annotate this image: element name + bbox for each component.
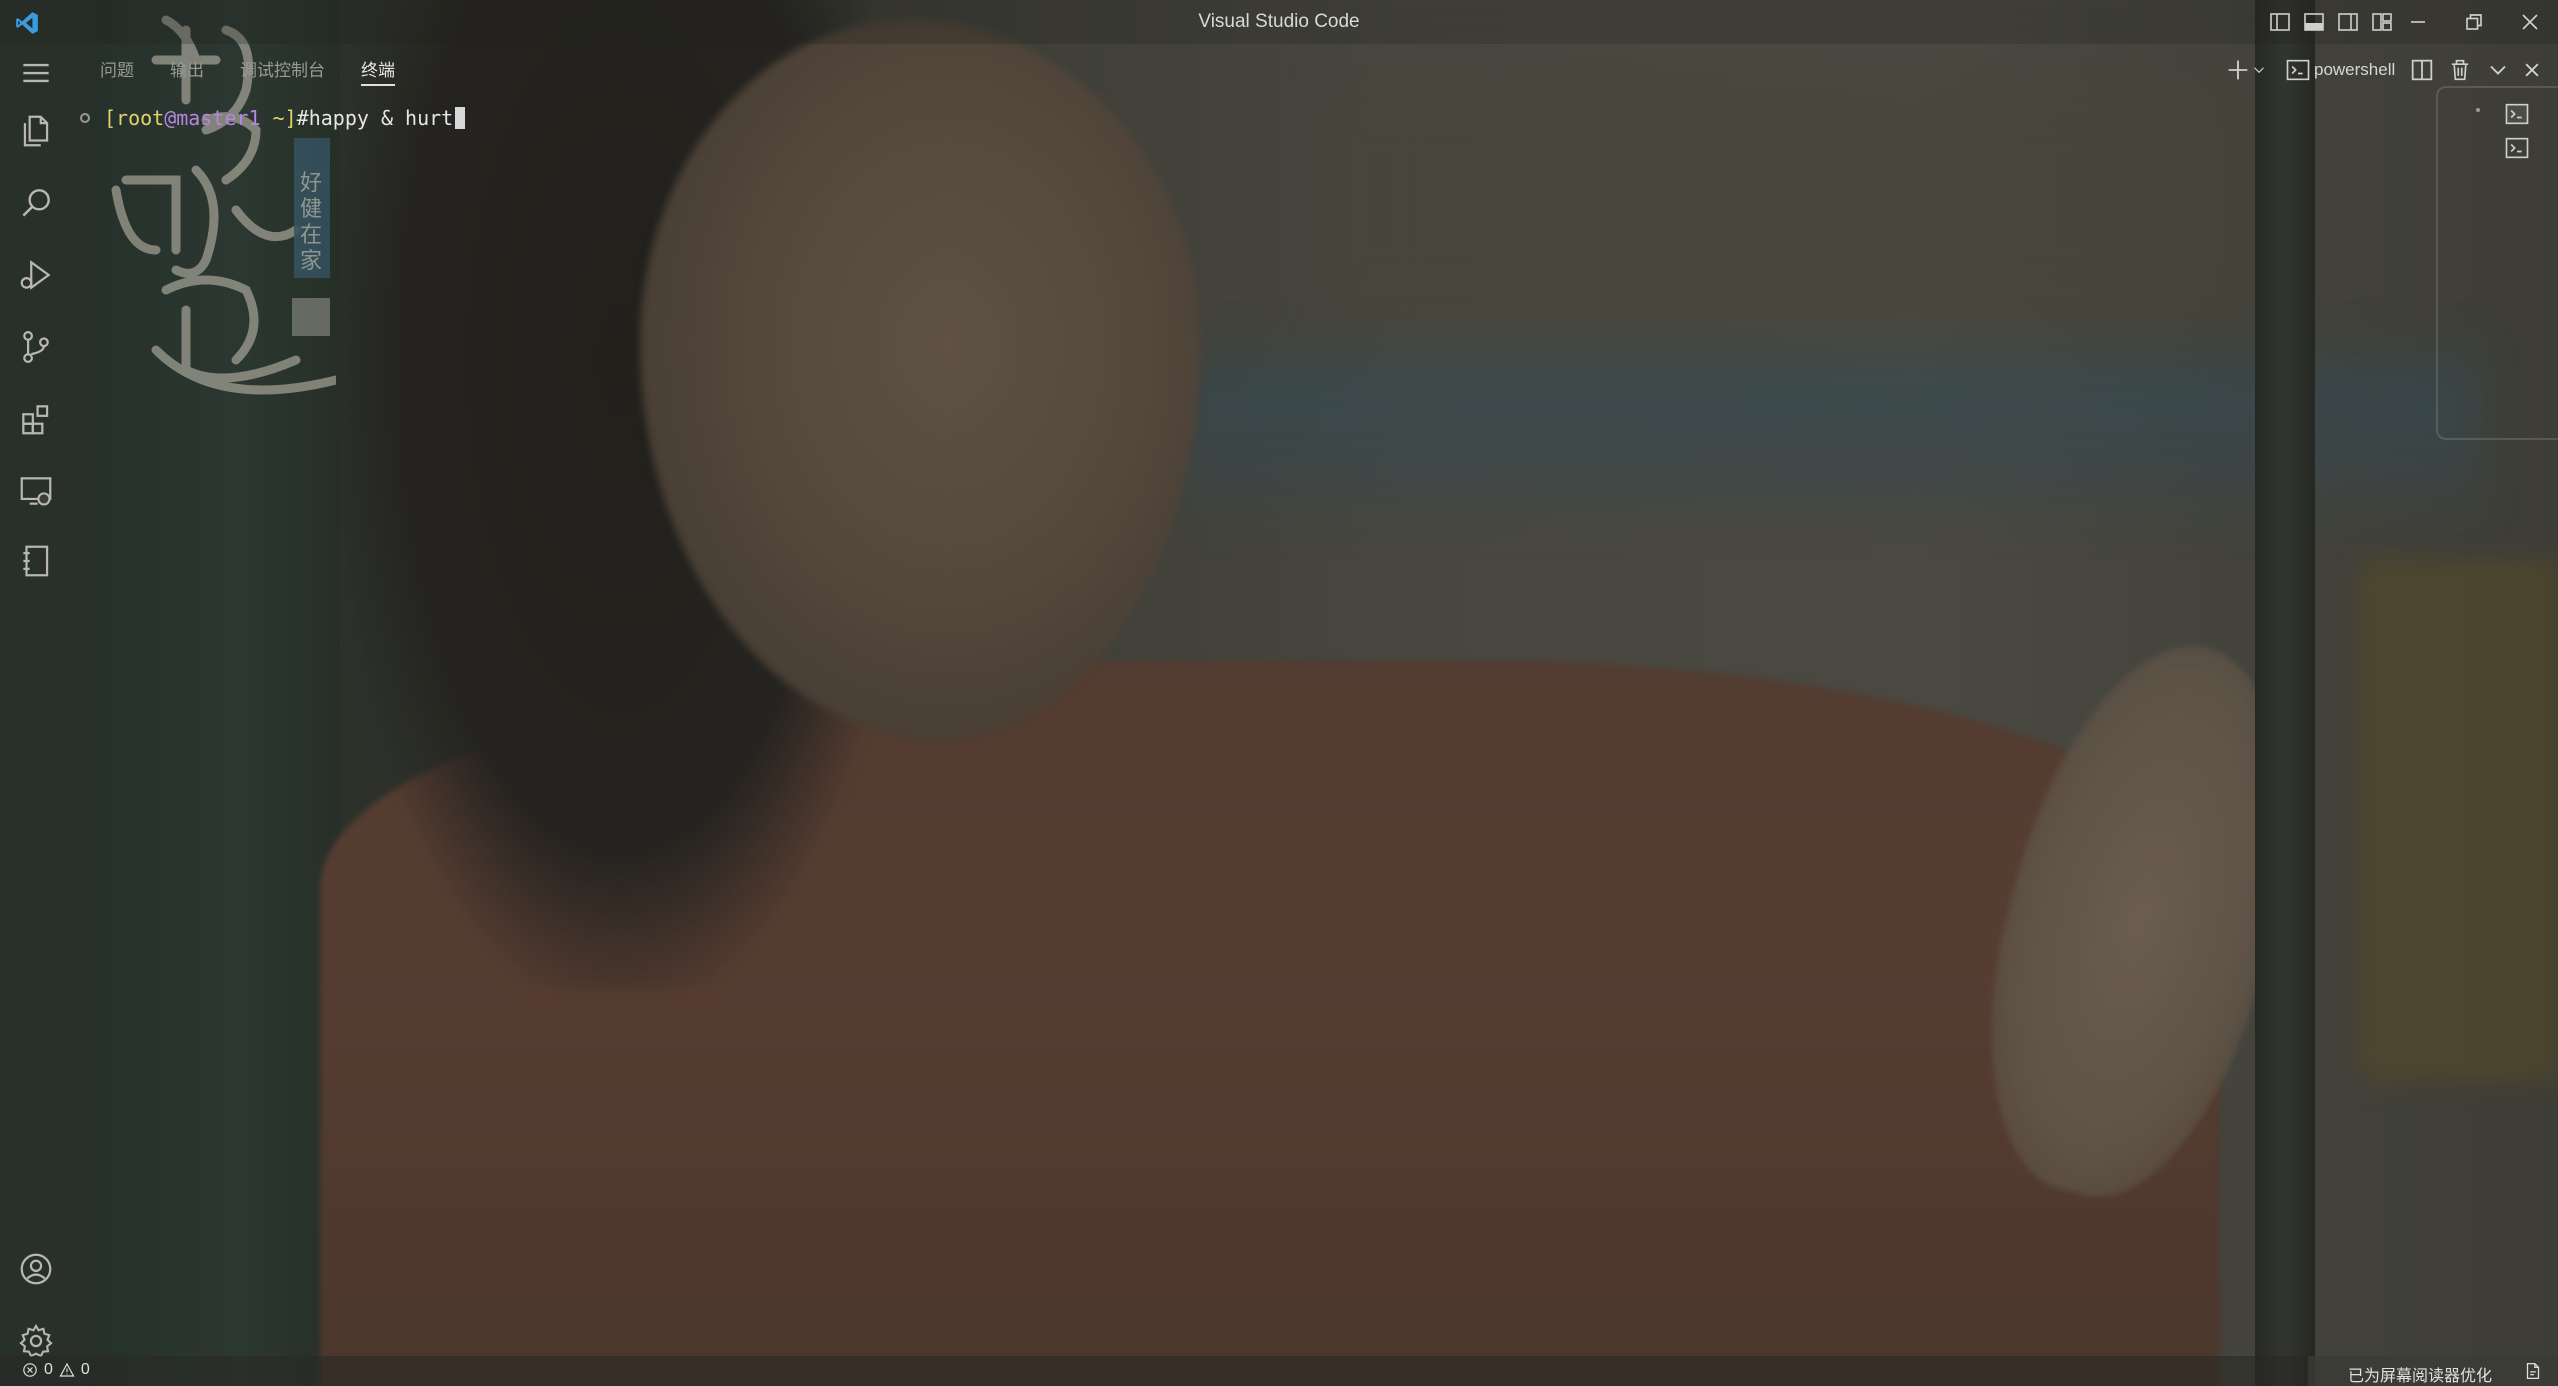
- terminal-profile-icon: [2286, 59, 2310, 81]
- customize-layout-icon[interactable]: [2370, 10, 2394, 34]
- new-terminal-plus-icon[interactable]: [2224, 56, 2252, 84]
- minimize-icon[interactable]: [2404, 8, 2432, 36]
- prompt-user: root: [116, 106, 165, 130]
- explorer-icon[interactable]: [17, 112, 55, 150]
- error-icon: [23, 1363, 37, 1377]
- terminal-tabs-frame: [2436, 86, 2558, 440]
- warning-icon: [59, 1362, 75, 1377]
- window-title: Visual Studio Code: [1198, 11, 1360, 32]
- terminal-instance-icon[interactable]: [2502, 100, 2532, 128]
- close-window-icon[interactable]: [2516, 8, 2544, 36]
- activity-bar: [0, 44, 72, 1358]
- status-bar: 0 0 已为屏幕阅读器优化: [0, 1356, 2558, 1386]
- background-photo: [0, 0, 2558, 1386]
- toggle-panel-icon[interactable]: [2302, 10, 2326, 34]
- run-and-debug-icon[interactable]: [17, 256, 55, 294]
- kill-terminal-trash-icon[interactable]: [2446, 56, 2474, 84]
- extensions-icon[interactable]: [17, 400, 55, 438]
- terminal-instance-icon[interactable]: [2502, 134, 2532, 162]
- prompt-dir: ~]: [260, 106, 297, 130]
- terminal-profile-label[interactable]: powershell: [2314, 60, 2395, 80]
- svg-text:好: 好: [300, 171, 322, 196]
- prompt-host: @master1: [164, 106, 261, 130]
- notebook-icon[interactable]: [17, 542, 55, 580]
- error-count: 0: [44, 1361, 53, 1378]
- terminal-command: #happy & hurt: [296, 106, 454, 130]
- source-control-icon[interactable]: [17, 328, 55, 366]
- settings-gear-icon[interactable]: [17, 1322, 55, 1360]
- terminal-prompt-line[interactable]: [root @master1 ~] #happy & hurt: [80, 106, 466, 130]
- toggle-primary-sidebar-icon[interactable]: [2268, 10, 2292, 34]
- screen-reader-status[interactable]: 已为屏幕阅读器优化: [2348, 1362, 2492, 1386]
- restore-icon[interactable]: [2460, 8, 2488, 36]
- svg-text:家: 家: [300, 249, 322, 274]
- toggle-secondary-sidebar-icon[interactable]: [2336, 10, 2360, 34]
- scroll-marker: [2476, 108, 2480, 112]
- maximize-panel-chevron-icon[interactable]: [2484, 56, 2512, 84]
- title-bar: Visual Studio Code: [0, 0, 2558, 44]
- problems-status[interactable]: 0 0: [22, 1361, 90, 1379]
- launch-profile-chevron-icon[interactable]: [2250, 56, 2268, 84]
- prompt-bracket: [: [104, 106, 117, 130]
- notifications-icon[interactable]: [2522, 1360, 2544, 1382]
- close-panel-icon[interactable]: [2518, 56, 2546, 84]
- accounts-icon[interactable]: [17, 1250, 55, 1288]
- terminal-cursor: [455, 107, 466, 129]
- svg-text:在: 在: [300, 223, 322, 248]
- svg-text:健: 健: [300, 197, 322, 222]
- command-decoration-icon[interactable]: [80, 113, 90, 123]
- split-terminal-icon[interactable]: [2408, 56, 2436, 84]
- remote-explorer-icon[interactable]: [17, 472, 55, 510]
- panel-actions: powershell: [0, 56, 2558, 86]
- warning-count: 0: [80, 1361, 90, 1378]
- vscode-window: 好 健 在 家 Visual Studio Code 问题 输出 调试控制台 终…: [0, 0, 2558, 1386]
- search-icon[interactable]: [17, 184, 55, 222]
